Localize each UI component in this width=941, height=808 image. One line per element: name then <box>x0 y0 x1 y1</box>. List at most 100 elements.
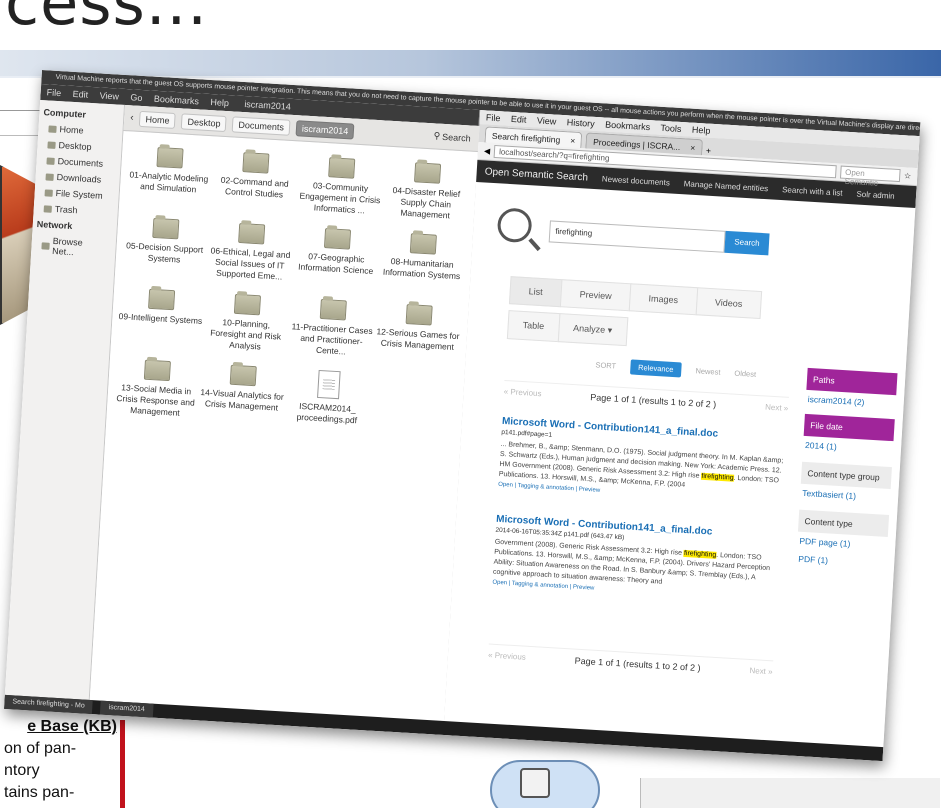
folder-item[interactable]: 05-Decision Support Systems <box>121 216 208 278</box>
folder-label: 07-Geographic Information Science <box>297 251 374 276</box>
sort-newest[interactable]: Newest <box>695 366 721 376</box>
folder-item[interactable]: 06-Ethical, Legal and Social Issues of I… <box>207 221 294 283</box>
network-icon <box>41 241 50 250</box>
trash-icon <box>43 204 52 213</box>
slide-panel <box>640 778 940 808</box>
fm-menu-view[interactable]: View <box>99 90 119 101</box>
breadcrumb-home[interactable]: Home <box>139 110 177 129</box>
nav-link-entities[interactable]: Manage Named entities <box>684 179 769 193</box>
breadcrumb-documents[interactable]: Documents <box>232 115 291 136</box>
slide-logo <box>661 4 921 44</box>
folder-label: 10-Planning, Foresight and Risk Analysis <box>209 317 282 352</box>
folder-label: 01-Analytic Modeling and Simulation <box>129 169 209 195</box>
folder-label: 12-Serious Games for Crisis Management <box>376 326 460 352</box>
pager-text: Page 1 of 1 (results 1 to 2 of 2 ) <box>590 391 717 410</box>
result-item: Microsoft Word - Contribution141_a_final… <box>498 416 787 505</box>
slide-text-line: tains pan- <box>4 784 75 801</box>
browser-menu-view[interactable]: View <box>537 115 557 126</box>
folder-item[interactable]: 02-Command and Control Studies <box>211 150 298 212</box>
fm-menu-go[interactable]: Go <box>130 92 143 103</box>
fm-search-button[interactable]: ⚲ Search <box>433 130 471 143</box>
folder-icon <box>323 228 352 250</box>
folder-label: 08-Humanitarian Information Systems <box>382 256 461 282</box>
browser-menu-bookmarks[interactable]: Bookmarks <box>605 120 651 133</box>
app-brand[interactable]: Open Semantic Search <box>484 166 588 183</box>
tab-images[interactable]: Images <box>628 283 698 316</box>
slide-title: cess... <box>5 0 208 39</box>
slide-text-line: e Base (KB) <box>27 718 117 735</box>
fm-menu-edit[interactable]: Edit <box>72 89 88 100</box>
sidebar-item-label: Documents <box>57 156 104 169</box>
folder-label: 03-Community Engagement in Crisis Inform… <box>299 180 381 216</box>
magnifier-icon <box>496 207 533 244</box>
browser-menu-file[interactable]: File <box>486 112 501 123</box>
nav-link-newest[interactable]: Newest documents <box>602 174 670 187</box>
nav-link-list-search[interactable]: Search with a list <box>782 185 843 198</box>
folder-item[interactable]: 11-Practitioner Cases and Practitioner-C… <box>289 297 376 359</box>
tab-preview[interactable]: Preview <box>559 279 632 312</box>
new-tab-icon[interactable]: + <box>706 146 712 156</box>
nav-link-solr-admin[interactable]: Solr admin <box>856 189 895 200</box>
back-icon[interactable]: ‹ <box>130 112 134 123</box>
browser-menu-help[interactable]: Help <box>692 125 711 136</box>
folder-icon <box>242 152 270 174</box>
pager-prev[interactable]: « Previous <box>503 387 541 398</box>
tab-list[interactable]: List <box>508 276 563 308</box>
folder-label: 11-Practitioner Cases and Practitioner-C… <box>291 321 373 357</box>
pager-prev[interactable]: « Previous <box>488 650 526 661</box>
folder-icon <box>152 217 180 240</box>
fm-menu-bookmarks[interactable]: Bookmarks <box>154 94 200 107</box>
slide-text: e Base (KB) on of pan- ntory tains pan- <box>0 716 125 804</box>
browser-menu-history[interactable]: History <box>566 117 595 129</box>
taskbar-item[interactable]: iscram2014 <box>100 700 154 718</box>
sort-oldest[interactable]: Oldest <box>734 369 756 379</box>
browser-menu-tools[interactable]: Tools <box>660 123 682 134</box>
folder-icon <box>156 146 184 169</box>
breadcrumb-desktop[interactable]: Desktop <box>181 112 228 132</box>
browser-menu-edit[interactable]: Edit <box>511 114 527 125</box>
sidebar-item-browse-network[interactable]: Browse Net... <box>31 232 116 263</box>
caret-down-icon: ▾ <box>607 325 613 336</box>
file-item[interactable]: ISCRAM2014_ proceedings.pdf <box>284 368 371 430</box>
slide-text-line: on of pan- <box>4 740 77 757</box>
fm-menu-help[interactable]: Help <box>210 97 229 108</box>
folder-icon <box>46 156 55 165</box>
tab-table[interactable]: Table <box>506 310 561 343</box>
query-input[interactable]: firefighting <box>548 220 726 253</box>
folder-item[interactable]: 03-Community Engagement in Crisis Inform… <box>297 155 384 217</box>
close-icon[interactable]: × <box>570 135 576 145</box>
folder-item[interactable]: 09-Intelligent Systems <box>117 287 204 349</box>
folder-item[interactable]: 07-Geographic Information Science <box>293 226 380 288</box>
pager-next[interactable]: Next » <box>749 666 773 676</box>
folder-item[interactable]: 08-Humanitarian Information Systems <box>379 231 466 293</box>
tab-videos[interactable]: Videos <box>695 287 763 320</box>
bookmark-star-icon[interactable]: ☆ <box>904 171 912 180</box>
folder-icon <box>413 162 442 184</box>
back-icon[interactable]: ◀ <box>484 146 491 155</box>
pager-next[interactable]: Next » <box>765 402 789 412</box>
folder-item[interactable]: 13-Social Media in Crisis Response and M… <box>113 358 200 420</box>
folder-item[interactable]: 10-Planning, Foresight and Risk Analysis <box>203 292 290 354</box>
folder-item[interactable]: 12-Serious Games for Crisis Management <box>374 302 461 364</box>
close-icon[interactable]: × <box>690 142 696 152</box>
breadcrumb-iscram2014[interactable]: iscram2014 <box>295 119 355 140</box>
tab-label: Proceedings | ISCRA... <box>592 136 681 152</box>
result-item: Microsoft Word - Contribution141_a_final… <box>492 514 781 603</box>
tab-analyze-label: Analyze <box>572 322 606 335</box>
folder-item[interactable]: 04-Disaster Relief Supply Chain Manageme… <box>383 161 470 223</box>
search-icon: ⚲ <box>433 130 441 141</box>
slide-header-band <box>0 50 941 76</box>
folder-label: 14-Visual Analytics for Crisis Managemen… <box>200 386 285 413</box>
search-button[interactable]: Search <box>724 230 770 256</box>
slide-cloud-diagram <box>490 760 600 808</box>
folder-label: 04-Disaster Relief Supply Chain Manageme… <box>392 185 461 221</box>
fm-menu-file[interactable]: File <box>46 87 61 98</box>
folder-label: 09-Intelligent Systems <box>118 310 203 326</box>
tab-analyze[interactable]: Analyze ▾ <box>557 313 628 347</box>
sort-relevance[interactable]: Relevance <box>629 359 682 378</box>
browser-search-field[interactable]: Open Semantic <box>839 165 901 188</box>
folder-item[interactable]: 14-Visual Analytics for Crisis Managemen… <box>199 363 286 425</box>
folder-item[interactable]: 01-Analytic Modeling and Simulation <box>125 145 212 207</box>
folder-icon <box>319 298 347 321</box>
pdf-file-icon <box>317 369 341 400</box>
